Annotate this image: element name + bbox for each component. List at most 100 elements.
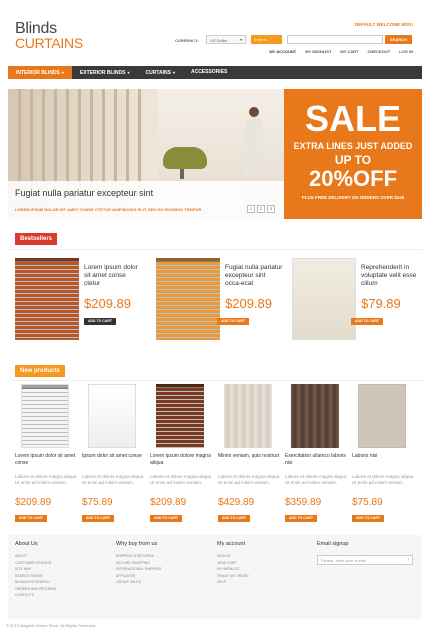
decor xyxy=(102,89,105,189)
product-image-blind-brown[interactable] xyxy=(156,384,204,448)
email-signup-input[interactable]: Please, enter your e-mail › xyxy=(317,555,413,565)
product-name[interactable]: Exercitation ullamco laboris nisi xyxy=(285,453,351,467)
product-description: Labore et dolore magna aliqua. Ut enim a… xyxy=(150,474,213,485)
search-input[interactable] xyxy=(287,35,383,44)
chevron-down-icon: ▾ xyxy=(239,37,242,42)
bestseller-item: Fugiat nulla pariatur excepteur sint occ… xyxy=(149,256,283,346)
email-placeholder: Please, enter your e-mail xyxy=(321,558,366,563)
product-name[interactable]: Lorem ipsum dolor sit amet conse ctetur xyxy=(84,264,142,288)
add-to-cart-button[interactable]: ADD TO CART xyxy=(150,515,182,522)
slide-title: Fugiat nulla pariatur excepteur sint xyxy=(15,188,154,198)
product-name[interactable]: Ipsum dolor sit amet conse xyxy=(82,453,148,460)
product-image-blind-white[interactable] xyxy=(21,384,69,448)
product-price: $209.89 xyxy=(150,497,187,508)
currency-label: CURRENCY: xyxy=(175,38,199,43)
link-checkout[interactable]: CHECKOUT xyxy=(368,49,391,54)
header: Blinds CURTAINS DEFAULT WELCOME MSG! CUR… xyxy=(0,0,430,64)
product-price: $79.89 xyxy=(361,296,401,311)
decor xyxy=(54,89,57,189)
footer-col-why: Why buy from us SHIPPING & RETURNS SECUR… xyxy=(116,541,161,586)
link-my-wishlist[interactable]: MY WISHLIST xyxy=(305,49,331,54)
hero-slider: Fugiat nulla pariatur excepteur sint LOR… xyxy=(8,89,422,219)
chevron-down-icon: ▾ xyxy=(61,70,64,75)
nav-label: INTERIOR BLINDS xyxy=(16,70,60,76)
product-name[interactable]: Lorem ipsum dolor sit amet conse xyxy=(15,453,81,467)
product-description: Labore et dolore magna aliqua. Ut enim a… xyxy=(352,474,415,485)
product-price: $429.89 xyxy=(218,497,255,508)
footer-link[interactable]: HELP xyxy=(217,579,249,586)
new-products-label: New products xyxy=(15,365,65,377)
product-image-roller-shade[interactable] xyxy=(88,384,136,448)
link-my-account[interactable]: MY ACCOUNT xyxy=(269,49,296,54)
bestseller-item: Lorem ipsum dolor sit amet conse ctetur … xyxy=(8,256,142,346)
pager-1[interactable]: 1 xyxy=(247,205,255,213)
footer-heading: My account xyxy=(217,541,246,547)
product-price: $209.89 xyxy=(225,296,272,311)
product-image-roller-shade-textured[interactable] xyxy=(358,384,406,448)
add-to-cart-button[interactable]: ADD TO CART xyxy=(285,515,317,522)
product-name[interactable]: Laboris nisi xyxy=(352,453,418,460)
decor xyxy=(126,89,129,189)
link-my-cart[interactable]: MY CART xyxy=(340,49,358,54)
footer-heading: Why buy from us xyxy=(116,541,158,547)
product-image-curtain-brown[interactable] xyxy=(291,384,339,448)
blind-headrail xyxy=(22,385,68,389)
search-button[interactable]: SEARCH xyxy=(385,35,412,44)
decor xyxy=(249,107,259,117)
decor xyxy=(18,89,21,189)
product-description: Labore et dolore magna aliqua. Ut enim a… xyxy=(218,474,281,485)
footer-heading: Email signup xyxy=(317,541,349,547)
sale-discount: 20%OFF xyxy=(308,166,398,191)
top-links: MY ACCOUNT MY WISHLIST MY CART CHECKOUT … xyxy=(269,49,413,54)
product-name[interactable]: Fugiat nulla pariatur excepteur sint occ… xyxy=(225,264,283,288)
arrow-right-icon[interactable]: › xyxy=(407,557,409,563)
product-image-curtain-beige[interactable] xyxy=(224,384,272,448)
footer-link[interactable]: INTERNATIONAL SHIPPING xyxy=(116,566,161,573)
product-image-blind-wood-light[interactable] xyxy=(156,258,220,340)
blind-headrail xyxy=(15,258,79,262)
slider-pager: 1 2 3 xyxy=(247,205,275,213)
add-to-cart-button[interactable]: ADD TO CART xyxy=(15,515,47,522)
decor xyxy=(158,89,284,189)
chevron-down-icon: ▾ xyxy=(127,70,130,75)
product-name[interactable]: Minim veniam, quis nostrud xyxy=(218,453,284,460)
slide-subtitle: LOREM IPSUM DOLOR SIT AMET CONSE CTETUR … xyxy=(15,207,202,212)
product-description: Labore et dolore magna aliqua. Ut enim a… xyxy=(15,474,78,485)
decor xyxy=(66,89,69,189)
pager-3[interactable]: 3 xyxy=(267,205,275,213)
pager-2[interactable]: 2 xyxy=(257,205,265,213)
add-to-cart-button[interactable]: ADD TO CART xyxy=(217,318,249,325)
caption-bar xyxy=(8,181,284,219)
sale-banner[interactable]: SALE EXTRA LINES JUST ADDED UP TO 20%OFF… xyxy=(284,89,422,219)
product-image-blind-wood-dark[interactable] xyxy=(15,258,79,340)
nav-item-accessories[interactable]: ACCESSORIES xyxy=(183,66,235,79)
nav-item-curtains[interactable]: CURTAINS ▾ xyxy=(137,66,182,79)
product-price: $75.89 xyxy=(352,497,383,508)
new-product-item: Lorem ipsum dolor sit amet conse Labore … xyxy=(15,384,83,524)
logo-line2: CURTAINS xyxy=(15,35,83,51)
add-to-cart-button[interactable]: ADD TO CART xyxy=(218,515,250,522)
new-product-item: Lorem ipsum dolore magna aliqua Labore e… xyxy=(150,384,218,524)
logo[interactable]: Blinds CURTAINS xyxy=(15,21,83,51)
nav-item-interior-blinds[interactable]: INTERIOR BLINDS ▾ xyxy=(8,66,72,79)
add-to-cart-button[interactable]: ADD TO CART xyxy=(82,515,114,522)
nav-label: ACCESSORIES xyxy=(190,69,228,75)
product-price: $359.89 xyxy=(285,497,322,508)
footer-link[interactable]: GROUP SALES xyxy=(116,579,161,586)
add-to-cart-button[interactable]: ADD TO CART xyxy=(84,318,116,325)
product-name[interactable]: Reprehenderit in voluptate velit esse ci… xyxy=(361,264,419,288)
nav-label: EXTERIOR BLINDS xyxy=(79,70,126,76)
footer-link[interactable]: CONTACTS xyxy=(15,592,56,599)
product-image-roman-shade[interactable] xyxy=(292,258,356,340)
currency-select[interactable]: US Dollar ▾ xyxy=(206,35,246,44)
cart-button[interactable]: 0 items xyxy=(251,35,282,44)
link-log-in[interactable]: LOG IN xyxy=(399,49,413,54)
cart-label: 0 items xyxy=(254,37,267,42)
decor xyxy=(78,89,81,189)
add-to-cart-button[interactable]: ADD TO CART xyxy=(352,515,384,522)
nav-item-exterior-blinds[interactable]: EXTERIOR BLINDS ▾ xyxy=(72,66,138,79)
product-name[interactable]: Lorem ipsum dolore magna aliqua xyxy=(150,453,216,467)
footer-col-signup: Email signup xyxy=(317,541,349,553)
add-to-cart-button[interactable]: ADD TO CART xyxy=(351,318,383,325)
nav-label: CURTAINS xyxy=(145,70,171,76)
